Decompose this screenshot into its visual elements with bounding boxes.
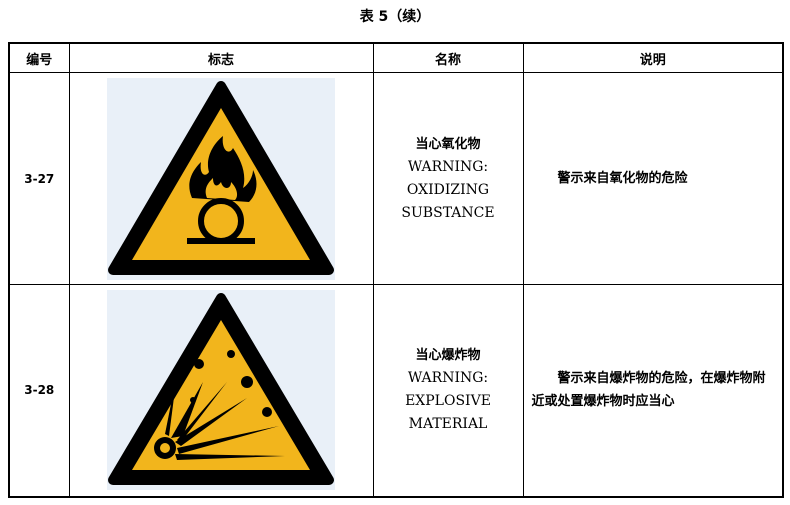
name-en-line: MATERIAL <box>408 416 488 433</box>
name-zh: 当心氧化物 <box>415 136 481 152</box>
warning-sign-table: 编号 标志 名称 说明 3-27 当心氧化物 WARNING: OXIDIZIN… <box>8 42 784 498</box>
explosive-material-warning-icon <box>107 290 335 491</box>
name-en-line: SUBSTANCE <box>401 204 495 221</box>
name-en-line: WARNING: <box>407 158 489 175</box>
table-row: 3-27 当心氧化物 WARNING: OXIDIZING SUBSTANCE … <box>8 72 784 285</box>
oxidizing-substance-warning-icon <box>107 77 335 280</box>
table-row: 3-28 当心爆炸物 WARNING: EXPLOSIVE MATERIAL 警… <box>8 284 784 498</box>
row-code: 3-27 <box>8 72 70 285</box>
name-en-line: EXPLOSIVE <box>405 393 491 410</box>
header-desc: 说明 <box>522 42 784 73</box>
name-en-line: OXIDIZING <box>406 181 490 198</box>
name-zh: 当心爆炸物 <box>415 348 481 364</box>
name-en-line: WARNING: <box>407 370 489 387</box>
header-row: 编号 标志 名称 说明 <box>8 42 784 73</box>
row-desc: 警示来自氧化物的危险 <box>522 72 784 285</box>
header-name: 名称 <box>372 42 524 73</box>
row-name: 当心氧化物 WARNING: OXIDIZING SUBSTANCE <box>372 72 524 285</box>
header-code: 编号 <box>8 42 70 73</box>
row-code: 3-28 <box>8 284 70 498</box>
header-sign: 标志 <box>68 42 374 73</box>
row-sign <box>68 72 374 285</box>
row-desc: 警示来自爆炸物的危险，在爆炸物附近或处置爆炸物时应当心 <box>522 284 784 498</box>
row-name: 当心爆炸物 WARNING: EXPLOSIVE MATERIAL <box>372 284 524 498</box>
row-sign <box>68 284 374 498</box>
table-caption: 表 5（续） <box>359 9 431 25</box>
